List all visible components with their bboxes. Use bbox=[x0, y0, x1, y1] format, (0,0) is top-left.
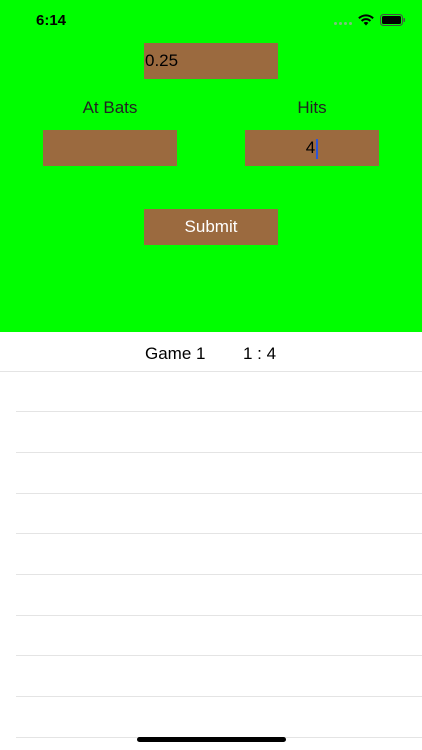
row-separator bbox=[16, 696, 422, 697]
empty-row bbox=[0, 454, 422, 494]
hits-input-value: 4 bbox=[305, 138, 316, 157]
empty-row bbox=[0, 616, 422, 656]
game-name: Game 1 bbox=[145, 344, 206, 363]
row-separator bbox=[16, 533, 422, 534]
games-table: Game 1 1 : 4 bbox=[0, 332, 422, 750]
empty-row bbox=[0, 576, 422, 616]
status-bar: 6:14 bbox=[0, 0, 422, 44]
signal-icon bbox=[334, 15, 352, 25]
row-separator bbox=[16, 655, 422, 656]
empty-row bbox=[0, 535, 422, 575]
submit-button[interactable]: Submit bbox=[144, 209, 278, 245]
text-caret bbox=[316, 138, 319, 159]
batting-average-field[interactable]: 0.25 bbox=[144, 43, 278, 79]
empty-row bbox=[0, 494, 422, 534]
empty-row bbox=[0, 372, 422, 412]
game-score: 1 : 4 bbox=[243, 344, 277, 363]
table-row[interactable]: Game 1 1 : 4 bbox=[0, 332, 422, 372]
hits-input[interactable]: 4 bbox=[245, 130, 379, 166]
empty-row bbox=[0, 698, 422, 738]
status-icons bbox=[334, 14, 406, 26]
app-screen: 6:14 0.25 At Bats Hits 4 Submit Game 1 1… bbox=[0, 0, 422, 750]
row-separator bbox=[16, 452, 422, 453]
home-indicator[interactable] bbox=[137, 737, 286, 742]
input-panel: 6:14 0.25 At Bats Hits 4 Submit bbox=[0, 0, 422, 332]
hits-label: Hits bbox=[297, 98, 327, 117]
battery-icon bbox=[380, 14, 406, 26]
empty-row bbox=[0, 657, 422, 697]
at-bats-label: At Bats bbox=[82, 98, 138, 117]
at-bats-input[interactable] bbox=[43, 130, 177, 166]
row-separator bbox=[16, 411, 422, 412]
status-time: 6:14 bbox=[36, 12, 67, 29]
row-separator bbox=[16, 574, 422, 575]
wifi-icon bbox=[358, 14, 374, 26]
empty-row bbox=[0, 413, 422, 453]
